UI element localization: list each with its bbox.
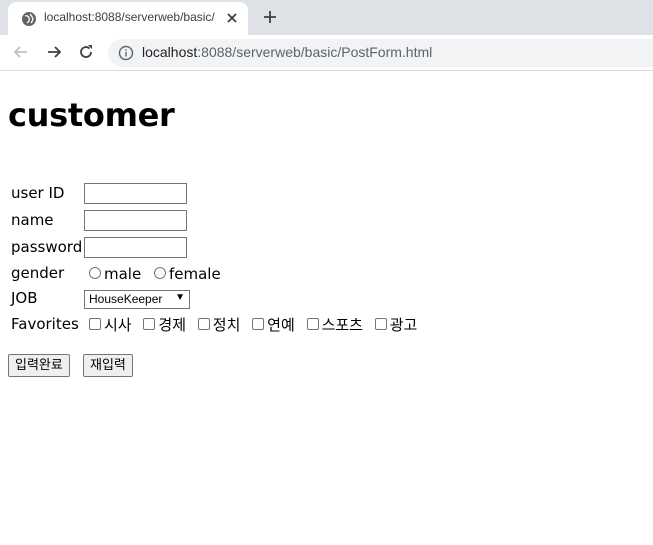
info-icon[interactable] <box>118 45 134 61</box>
favorite-checkbox[interactable] <box>89 317 101 330</box>
favorite-label: 연예 <box>267 316 295 334</box>
female-label: female <box>168 265 221 283</box>
favorite-checkbox[interactable] <box>306 317 319 330</box>
male-label: male <box>104 265 142 283</box>
female-radio[interactable] <box>153 266 166 279</box>
userid-label: user ID <box>11 184 65 202</box>
forward-arrow-icon[interactable] <box>44 42 64 62</box>
favorite-label: 스포츠 <box>321 316 363 334</box>
favorite-option[interactable]: 경제 <box>142 314 186 335</box>
userid-input[interactable] <box>84 183 187 204</box>
favorite-option[interactable]: 연예 <box>251 314 295 335</box>
job-selected-value: HouseKeeper <box>89 292 163 306</box>
page-content: customer user ID name password gender ma… <box>0 72 653 545</box>
reload-icon[interactable] <box>76 42 96 62</box>
gender-radio-group: male female <box>89 265 229 283</box>
favorite-checkbox[interactable] <box>197 317 210 330</box>
gender-option-male[interactable]: male <box>89 265 141 283</box>
tab-bar: localhost:8088/serverweb/basic/ <box>0 0 653 35</box>
browser-tab[interactable]: localhost:8088/serverweb/basic/ <box>8 2 248 35</box>
new-tab-icon[interactable] <box>260 7 280 27</box>
favorites-label: Favorites <box>11 315 79 333</box>
dropdown-arrow-icon: ▼ <box>175 292 185 303</box>
url-host: localhost <box>142 44 198 60</box>
reset-button[interactable]: 재입력 <box>83 354 133 377</box>
favorite-checkbox[interactable] <box>143 317 156 330</box>
gender-label: gender <box>11 264 65 282</box>
favorite-checkbox[interactable] <box>252 317 265 330</box>
male-radio[interactable] <box>89 266 101 279</box>
name-input[interactable] <box>84 210 187 231</box>
url-path: :8088/serverweb/basic/PostForm.html <box>197 44 433 60</box>
tab-title: localhost:8088/serverweb/basic/ <box>44 10 215 24</box>
navigation-bar: localhost:8088/serverweb/basic/PostForm.… <box>0 35 653 71</box>
favorite-label: 정치 <box>212 316 241 334</box>
password-input[interactable] <box>84 237 187 258</box>
back-arrow-icon[interactable] <box>11 42 31 62</box>
favorite-label: 광고 <box>389 316 418 334</box>
favorites-checkbox-group: 시사 경제 정치 연예 스포츠 광고 <box>88 314 423 334</box>
page-title: customer <box>8 96 175 134</box>
job-select[interactable]: HouseKeeper ▼ <box>84 290 190 309</box>
favorite-checkbox[interactable] <box>374 317 387 330</box>
submit-button[interactable]: 입력완료 <box>8 354 70 377</box>
favorite-label: 시사 <box>104 316 132 334</box>
password-label: password <box>11 238 83 256</box>
favorite-option[interactable]: 정치 <box>197 314 241 335</box>
address-bar[interactable]: localhost:8088/serverweb/basic/PostForm.… <box>108 39 653 67</box>
close-icon[interactable] <box>225 11 239 25</box>
favorite-option[interactable]: 광고 <box>374 314 418 335</box>
favorite-label: 경제 <box>158 316 186 334</box>
globe-icon <box>22 12 36 26</box>
favorite-option[interactable]: 스포츠 <box>306 314 363 335</box>
job-label: JOB <box>11 289 38 307</box>
name-label: name <box>11 211 54 229</box>
url-text: localhost:8088/serverweb/basic/PostForm.… <box>142 44 432 60</box>
gender-option-female[interactable]: female <box>153 265 221 283</box>
favorite-option[interactable]: 시사 <box>88 314 132 335</box>
